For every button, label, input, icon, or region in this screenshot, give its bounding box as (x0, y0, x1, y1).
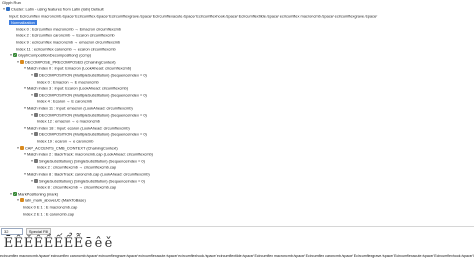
tree-row[interactable]: ▾Match index 0 : Input: Emacron (LookAhe… (23, 65, 132, 71)
tree-row-label: Index 12 : emacron → e macroncmb (37, 118, 100, 124)
feature-check-icon: ✓ (13, 53, 17, 58)
tree-row-label: MarkPositioning (mark) (18, 191, 58, 197)
glyph-run-tree[interactable]: ▾ Cluster: Latin - using features from La… (2, 6, 472, 218)
cluster-icon (6, 6, 10, 11)
tree-row-label: Match index 11 : Input: emacron (LookAhe… (27, 105, 133, 111)
tree-row[interactable]: Input: Ecircumflex macroncmb ⁄space⁄ Eci… (9, 13, 377, 18)
tree-row-label: Index 8 : circumflexcmb → circumflexcmb.… (37, 184, 117, 190)
tree-row[interactable]: ▾ DECOMPOSE_PRECOMPOSED (ChainingContext) (16, 59, 116, 65)
font-size-input[interactable]: 32 (1, 228, 23, 235)
tree-row[interactable]: ▾ SingleSubstitution() (SingleSubstitutio… (30, 178, 145, 183)
tree-row-label: latn_mark_aboveUC (MarkToBase) (25, 197, 86, 203)
tree-row-label: Index 9 : ecircumflex macroncmb → emacro… (16, 39, 121, 45)
tree-row[interactable]: Index 0 E 1 : E macroncmb.cap (23, 204, 77, 209)
tree-row-label: Index 0 : Ecircumflex macroncmb → Emacro… (16, 26, 122, 32)
tree-row-label: Input: Ecircumflex macroncmb ⁄space⁄ Eci… (9, 13, 377, 19)
tree-row-label: Normalization (9, 19, 37, 25)
tree-row[interactable]: Index 2 : circumflexcmb → circumflexcmb.… (37, 164, 117, 170)
feature-check-icon: ✓ (13, 191, 17, 196)
tree-row-label: Match index 0 : Input: Emacron (LookAhea… (27, 65, 132, 71)
subtable-icon (34, 72, 38, 77)
tree-row[interactable]: ▾ DECOMPOSITION (MultipleSubstitution) (S… (30, 92, 147, 97)
tree-row-label: DECOMPOSITION (MultipleSubstitution) (Se… (39, 131, 147, 137)
tree-row-label: CAP_ACCENTS_CMB_CONTEXT (ChainingContext… (25, 145, 118, 151)
separator (0, 226, 474, 227)
glyph: ě (104, 236, 113, 251)
lookup-icon (20, 198, 24, 203)
tree-row[interactable]: Index 19 : ecaron → e caroncmb (37, 138, 93, 143)
tree-row-label: Match index 18 : Input: ecaron (LookAhea… (27, 125, 130, 131)
glyph-preview: ĒÊĚÊỀẾỂỄēêě (0, 236, 474, 252)
tree-row-label: DECOMPOSITION (MultipleSubstitution) (Se… (39, 72, 147, 78)
tree-row[interactable]: Index 2 E 1 : E caroncmb.cap (23, 211, 74, 216)
tree-row-label: DECOMPOSITION (MultipleSubstitution) (Se… (39, 112, 147, 118)
tree-row[interactable]: Index 9 : ecircumflex macroncmb → emacro… (16, 39, 120, 44)
tree-row-label: Match index 3 : Input: Ecaron (LookAhead… (27, 85, 128, 91)
special-fill-button[interactable]: Special Fill (26, 228, 51, 235)
tree-row-label: Match index 2 : BackTrack: macroncmb.cap… (27, 151, 153, 157)
tree-row[interactable]: ▾Match index 3 : Input: Ecaron (LookAhea… (23, 85, 128, 91)
tree-row[interactable]: Index 8 : circumflexcmb → circumflexcmb.… (37, 184, 117, 190)
bottom-input-text: ecircumflex macroncmb ⁄space⁄ ecircumfle… (0, 254, 474, 258)
tree-row[interactable]: ▾Match index 2 : BackTrack: macroncmb.ca… (23, 151, 153, 157)
tree-row[interactable]: ▾Match index 11 : Input: emacron (LookAh… (23, 105, 133, 110)
tree-row[interactable]: ▾ SingleSubstitution() (SingleSubstitutio… (30, 158, 145, 163)
tree-row[interactable]: Index 4 : Ecaron → E caroncmb (37, 98, 93, 104)
subtable-icon (34, 178, 38, 183)
tree-row[interactable]: ▾ ✓ MarkPositioning (mark) (9, 191, 58, 196)
subtable-icon (34, 132, 38, 137)
tree-row[interactable]: ▾ ✓ GlyphCompositionDecomposition() (ccmp) (9, 52, 92, 58)
tree-row[interactable]: ▾Match index 18 : Input: ecaron (LookAhe… (23, 125, 130, 130)
tree-row[interactable]: Index 12 : emacron → e macroncmb (37, 118, 100, 124)
tree-row-label: SingleSubstitution() (SingleSubstitution… (39, 178, 145, 184)
tree-row-label: Index 0 : Emacron → E macroncmb (37, 79, 99, 85)
lookup-icon (20, 145, 24, 150)
subtable-icon (34, 112, 38, 117)
tree-row-label: DECOMPOSITION (MultipleSubstitution) (Se… (39, 92, 147, 98)
tree-row[interactable]: ▾ DECOMPOSITION (MultipleSubstitution) (S… (30, 131, 147, 137)
tree-row-label: GlyphCompositionDecomposition() (ccmp) (18, 52, 92, 58)
tree-row-label: Cluster: Latin - using features from Lat… (11, 6, 104, 12)
subtable-icon (34, 92, 38, 97)
lookup-icon (20, 59, 24, 64)
tree-row-label: Index 2 : Ecircumflex caroncmb → Ecaron … (16, 32, 115, 38)
tree-row[interactable]: Index 0 : Emacron → E macroncmb (37, 79, 99, 84)
tree-row-label: Index 19 : ecaron → e caroncmb (37, 138, 94, 144)
tree-row[interactable]: ▾ CAP_ACCENTS_CMB_CONTEXT (ChainingContex… (16, 145, 118, 150)
tree-row-label: Match index 8 : BackTrack: caroncmb.cap … (27, 171, 150, 177)
tree-row[interactable]: Index 11 : ecircumflex caroncmb → ecaron… (16, 46, 116, 51)
tree-row-label: Index 0 E 1 : E macroncmb.cap (23, 204, 78, 210)
tree-row[interactable]: ▾ DECOMPOSITION (MultipleSubstitution) (S… (30, 72, 147, 77)
tree-row[interactable]: ▾ Cluster: Latin - using features from La… (2, 6, 104, 12)
tree-row-label: Index 4 : Ecaron → E caroncmb (37, 98, 93, 104)
tree-row[interactable]: ▾ latn_mark_aboveUC (MarkToBase) (16, 197, 86, 203)
tree-row-label: Index 2 : circumflexcmb → circumflexcmb.… (37, 164, 117, 170)
tree-row-label: SingleSubstitution() (SingleSubstitution… (39, 158, 145, 164)
subtable-icon (34, 158, 38, 163)
tree-row[interactable]: Index 2 : Ecircumflex caroncmb → Ecaron … (16, 32, 115, 38)
tree-row[interactable]: Index 0 : Ecircumflex macroncmb → Emacro… (16, 26, 121, 31)
tree-row[interactable]: Normalization (9, 19, 37, 25)
tree-row[interactable]: ▾Match index 8 : BackTrack: caroncmb.cap… (23, 171, 150, 176)
tree-row-label: DECOMPOSE_PRECOMPOSED (ChainingContext) (25, 59, 116, 65)
tree-row-label: Index 2 E 1 : E caroncmb.cap (23, 211, 75, 217)
tree-row-label: Index 11 : ecircumflex caroncmb → ecaron… (16, 46, 116, 52)
tree-row[interactable]: ▾ DECOMPOSITION (MultipleSubstitution) (S… (30, 112, 147, 117)
